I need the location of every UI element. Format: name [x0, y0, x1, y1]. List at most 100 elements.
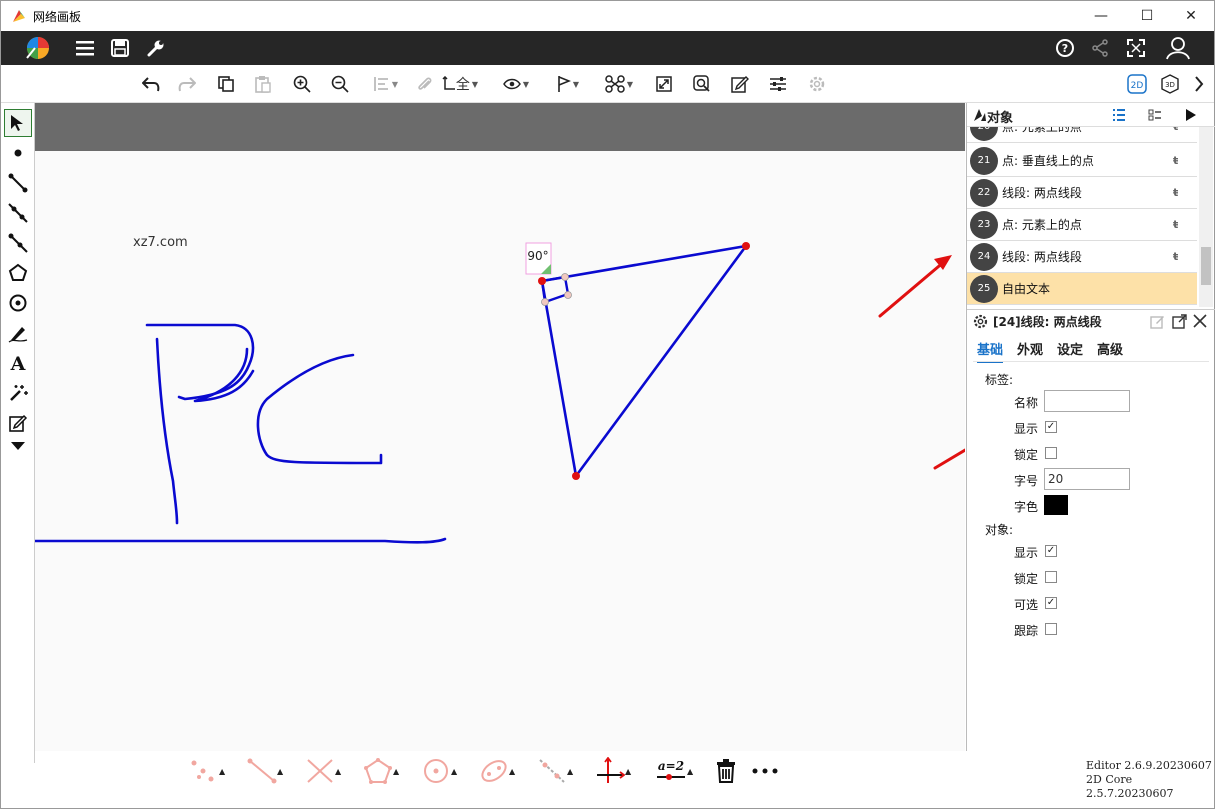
trace-toggle-icon[interactable]: ŧ [1173, 250, 1197, 263]
redo-icon[interactable] [177, 73, 197, 95]
trace-toggle-icon[interactable]: ŧ [1173, 218, 1197, 231]
maximize-button[interactable]: ☐ [1124, 1, 1170, 31]
trace-toggle-icon[interactable]: ŧ [1173, 127, 1197, 133]
variable-slider-icon[interactable]: a=2 ▲ [655, 757, 693, 785]
font-size-input[interactable]: 20 [1044, 468, 1130, 490]
circle-group-icon[interactable]: ▲ [421, 757, 457, 785]
handwriting-pc[interactable]: Pc [145, 323, 383, 525]
label-lock-checkbox[interactable] [1045, 447, 1057, 459]
polygon-tool-icon[interactable] [4, 259, 32, 287]
list-item-selected[interactable]: 25 自由文本 [967, 273, 1197, 305]
align-dropdown-icon[interactable]: ▼ [369, 73, 403, 95]
select-arrow-icon[interactable] [4, 109, 32, 137]
selectable-checkbox[interactable]: ✓ [1045, 597, 1057, 609]
tab-basic[interactable]: 基础 [977, 339, 1004, 363]
trace-checkbox[interactable] [1045, 623, 1057, 635]
share-icon[interactable] [1083, 31, 1117, 65]
list-view-icon[interactable] [1112, 109, 1126, 121]
freehand-line[interactable] [35, 537, 447, 544]
edit-icon[interactable] [1150, 314, 1165, 329]
close-window-button[interactable]: ✕ [1168, 1, 1214, 31]
attach-icon[interactable] [415, 73, 435, 95]
app-logo-icon [13, 10, 25, 22]
intersection-group-icon[interactable]: ▲ [305, 757, 341, 785]
main-toolbar: ▼ 全 ▼ ▼ ▼ ▼ 2D 3D [1, 65, 1214, 103]
mode-3d-button[interactable]: 3D [1159, 73, 1181, 95]
search-shape-icon[interactable] [692, 73, 712, 95]
transform-group-icon[interactable]: ▲ [537, 757, 573, 785]
transform-dropdown[interactable]: ▼ [601, 73, 637, 95]
point-tool-icon[interactable] [4, 139, 32, 167]
angle-label-box[interactable]: 90° [525, 242, 552, 275]
help-icon[interactable]: ? [1048, 31, 1082, 65]
more-options-icon[interactable] [751, 757, 779, 785]
selectable-label: 可选 [1014, 598, 1039, 612]
flag-dropdown[interactable]: ▼ [551, 73, 585, 95]
label-show-checkbox[interactable]: ✓ [1045, 421, 1057, 433]
chevron-right-icon[interactable] [1191, 73, 1207, 95]
segment-group-icon[interactable]: ▲ [247, 757, 283, 785]
ellipse-group-icon[interactable]: ▲ [479, 757, 515, 785]
minimize-button[interactable]: — [1078, 1, 1124, 31]
scrollbar-thumb[interactable] [1201, 247, 1211, 285]
font-color-swatch[interactable] [1044, 495, 1068, 515]
popout-icon[interactable] [1172, 314, 1187, 329]
fullscreen-icon[interactable] [1119, 31, 1153, 65]
triangle-figure[interactable] [538, 242, 750, 480]
axis-all-dropdown[interactable]: 全 ▼ [435, 73, 485, 95]
settings-gear-icon[interactable] [807, 73, 827, 95]
variable-slider-label: a=2 [658, 759, 684, 773]
save-icon[interactable] [103, 31, 137, 65]
edit-note-icon[interactable] [730, 73, 750, 95]
list-item[interactable]: 24 线段: 两点线段 ŧ [967, 241, 1197, 273]
list-item[interactable]: 23 点: 元素上的点 ŧ [967, 209, 1197, 241]
edit-tool-icon[interactable] [4, 409, 32, 437]
text-tool-icon[interactable]: A [4, 349, 32, 377]
trace-toggle-icon[interactable]: ŧ [1173, 186, 1197, 199]
play-icon[interactable] [1185, 108, 1197, 122]
magic-wand-icon[interactable] [4, 379, 32, 407]
user-avatar-icon[interactable] [1161, 31, 1195, 65]
trace-toggle-icon[interactable]: ŧ [1173, 154, 1197, 167]
segment-tool-icon[interactable] [4, 169, 32, 197]
tab-advanced[interactable]: 高级 [1097, 339, 1123, 363]
editor-version: Editor 2.6.9.20230607 [1086, 759, 1212, 772]
ray-tool-icon[interactable] [4, 229, 32, 257]
object-show-label: 显示 [1014, 546, 1039, 560]
objects-scrollbar[interactable] [1199, 127, 1213, 307]
zoom-in-icon[interactable] [292, 73, 312, 95]
paste-icon[interactable] [253, 73, 273, 95]
svg-text:?: ? [1062, 42, 1068, 55]
close-icon[interactable] [1193, 314, 1207, 328]
tree-view-icon[interactable] [1148, 109, 1162, 121]
more-tools-down-icon[interactable] [4, 437, 32, 455]
tab-appearance[interactable]: 外观 [1017, 339, 1043, 363]
mode-2d-button[interactable]: 2D [1126, 73, 1148, 95]
polygon-group-icon[interactable]: ▲ [363, 757, 399, 785]
circle-tool-icon[interactable] [4, 289, 32, 317]
point-group-icon[interactable]: ▲ [189, 757, 225, 785]
axes-group-icon[interactable]: ▲ [595, 757, 631, 785]
object-lock-checkbox[interactable] [1045, 571, 1057, 583]
list-item[interactable]: 22 线段: 两点线段 ŧ [967, 177, 1197, 209]
canvas-header-bar [35, 103, 965, 151]
name-input[interactable] [1044, 390, 1130, 412]
list-item[interactable]: 20 点: 元素上的点 ŧ [967, 127, 1197, 143]
drawing-canvas[interactable]: xz7.com Pc [35, 151, 965, 751]
visibility-dropdown[interactable]: ▼ [499, 73, 533, 95]
trash-icon[interactable] [715, 757, 737, 785]
brand-logo-icon[interactable] [21, 31, 55, 65]
object-show-checkbox[interactable]: ✓ [1045, 545, 1057, 557]
tab-settings[interactable]: 设定 [1057, 339, 1083, 363]
sliders-icon[interactable] [768, 73, 788, 95]
undo-icon[interactable] [141, 73, 161, 95]
window-title: 网络画板 [33, 10, 82, 24]
menu-icon[interactable] [68, 31, 102, 65]
pen-tool-icon[interactable] [4, 319, 32, 347]
expand-icon[interactable] [654, 73, 674, 95]
wrench-icon[interactable] [139, 31, 173, 65]
line-tool-icon[interactable] [4, 199, 32, 227]
zoom-out-icon[interactable] [330, 73, 350, 95]
copy-icon[interactable] [216, 73, 236, 95]
list-item[interactable]: 21 点: 垂直线上的点 ŧ [967, 145, 1197, 177]
